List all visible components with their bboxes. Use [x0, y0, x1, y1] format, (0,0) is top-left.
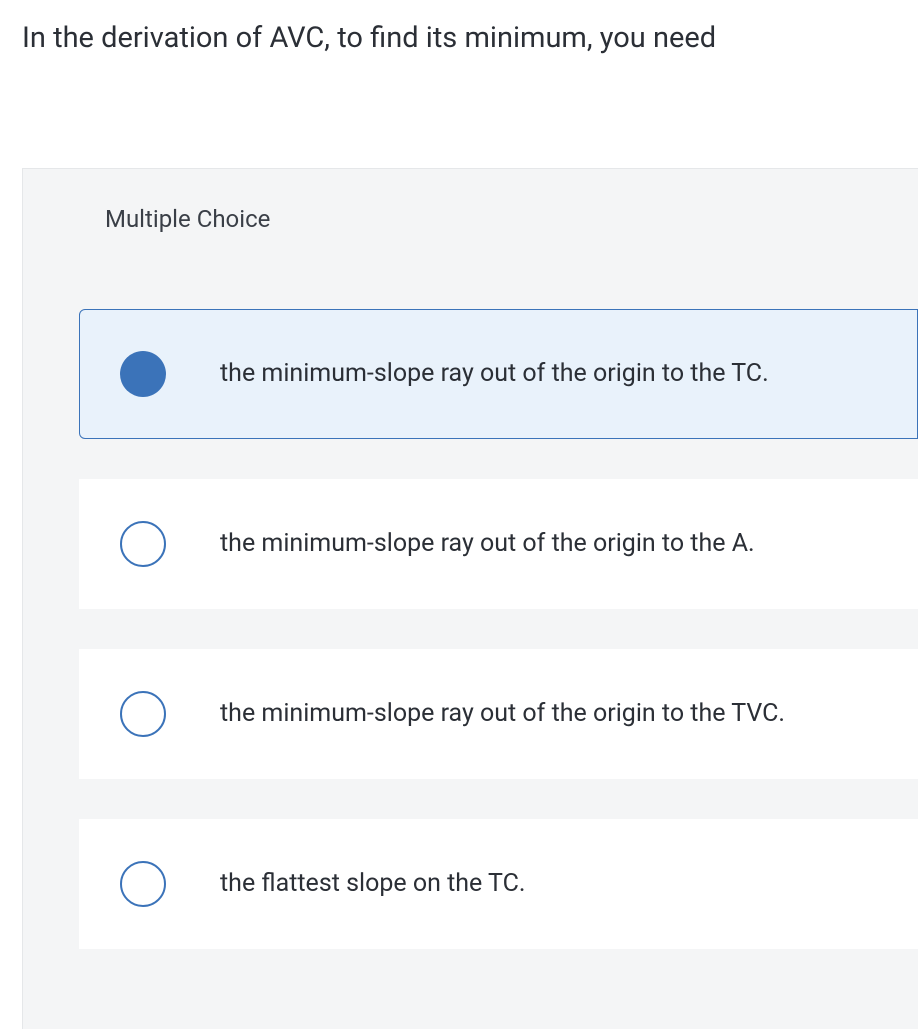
option-2[interactable]: the minimum-slope ray out of the origin …: [79, 479, 918, 609]
option-1[interactable]: the minimum-slope ray out of the origin …: [79, 309, 918, 439]
radio-fill-icon: [120, 351, 166, 397]
option-label: the minimum-slope ray out of the origin …: [220, 527, 755, 561]
question-text: In the derivation of AVC, to find its mi…: [0, 0, 918, 58]
option-3[interactable]: the minimum-slope ray out of the origin …: [79, 649, 918, 779]
radio-icon: [120, 861, 166, 907]
radio-icon: [120, 691, 166, 737]
option-label: the minimum-slope ray out of the origin …: [220, 697, 785, 731]
radio-icon: [120, 351, 166, 397]
multiple-choice-container: Multiple Choice the minimum-slope ray ou…: [22, 168, 918, 1029]
options-list: the minimum-slope ray out of the origin …: [23, 269, 918, 949]
section-label: Multiple Choice: [23, 169, 918, 269]
option-4[interactable]: the flattest slope on the TC.: [79, 819, 918, 949]
option-label: the flattest slope on the TC.: [220, 867, 525, 901]
radio-icon: [120, 521, 166, 567]
option-label: the minimum-slope ray out of the origin …: [220, 357, 769, 391]
